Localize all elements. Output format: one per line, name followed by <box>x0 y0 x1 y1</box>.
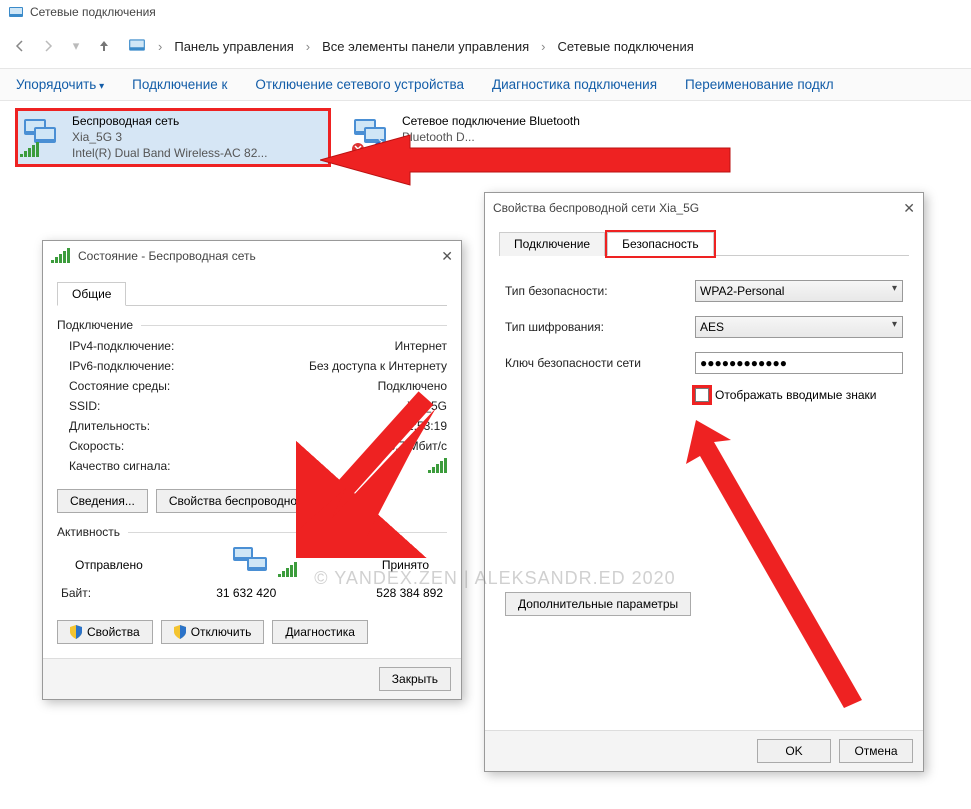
adapter-name: Сетевое подключение Bluetooth <box>402 113 580 129</box>
shield-icon <box>70 625 82 639</box>
wireless-properties-dialog: Свойства беспроводной сети Xia_5G ✕ Подк… <box>484 192 924 772</box>
toolbar-connect-to[interactable]: Подключение к <box>132 77 227 92</box>
control-panel-icon <box>128 36 146 57</box>
media-state-label: Состояние среды: <box>69 379 170 393</box>
nav-recent-dropdown[interactable]: ▾ <box>64 34 88 58</box>
disable-button[interactable]: Отключить <box>161 620 265 644</box>
close-icon[interactable]: ✕ <box>885 200 915 217</box>
duration-value: 01:53:19 <box>400 419 447 433</box>
nav-back-icon[interactable] <box>8 34 32 58</box>
properties-button[interactable]: Свойства <box>57 620 153 644</box>
close-icon[interactable]: ✕ <box>423 248 453 265</box>
adapter-status: Xia_5G 3 <box>72 129 267 145</box>
sent-label: Отправлено <box>75 558 143 572</box>
recv-label: Принято <box>382 558 429 572</box>
speed-value: 86.7 Мбит/с <box>382 439 447 453</box>
toolbar-rename[interactable]: Переименование подкл <box>685 77 834 92</box>
tabs: Подключение Безопасность <box>499 231 909 256</box>
show-characters-row[interactable]: Отображать вводимые знаки <box>695 388 903 402</box>
explorer-title-bar: Сетевые подключения <box>0 0 971 24</box>
duration-label: Длительность: <box>69 419 150 433</box>
encryption-type-select[interactable]: AES <box>695 316 903 338</box>
show-characters-checkbox[interactable] <box>695 388 709 402</box>
chevron-right-icon[interactable]: › <box>306 39 310 54</box>
adapter-name: Беспроводная сеть <box>72 113 267 129</box>
ok-button[interactable]: OK <box>757 739 831 763</box>
breadcrumb-item[interactable]: Все элементы панели управления <box>318 37 533 56</box>
security-type-select[interactable]: WPA2-Personal <box>695 280 903 302</box>
tab-connection[interactable]: Подключение <box>499 232 605 256</box>
signal-quality-icon <box>428 459 447 473</box>
ipv4-label: IPv4-подключение: <box>69 339 174 353</box>
speed-label: Скорость: <box>69 439 124 453</box>
adapter-wifi[interactable]: Беспроводная сеть Xia_5G 3 Intel(R) Dual… <box>18 111 328 164</box>
tabs: Общие <box>57 281 447 306</box>
advanced-settings-button[interactable]: Дополнительные параметры <box>505 592 691 616</box>
signal-icon <box>51 249 70 263</box>
dialog-title: Состояние - Беспроводная сеть <box>78 249 256 263</box>
tab-security[interactable]: Безопасность <box>607 232 714 256</box>
bytes-sent-value: 31 632 420 <box>216 586 276 600</box>
ipv6-value: Без доступа к Интернету <box>309 359 447 373</box>
nav-up-icon[interactable] <box>92 34 116 58</box>
ipv6-label: IPv6-подключение: <box>69 359 174 373</box>
cancel-button[interactable]: Отмена <box>839 739 913 763</box>
security-type-label: Тип безопасности: <box>505 284 685 298</box>
bytes-label: Байт: <box>61 586 91 600</box>
group-activity-label: Активность <box>57 525 120 539</box>
shield-icon <box>174 625 186 639</box>
window-title: Сетевые подключения <box>30 5 156 19</box>
diagnose-button[interactable]: Диагностика <box>272 620 368 644</box>
encryption-type-label: Тип шифрования: <box>505 320 685 334</box>
signal-quality-label: Качество сигнала: <box>69 459 170 476</box>
control-panel-icon <box>8 4 24 20</box>
network-adapter-icon <box>20 113 64 157</box>
toolbar-disable-device[interactable]: Отключение сетевого устройства <box>255 77 464 92</box>
wireless-properties-button[interactable]: Свойства беспроводной сети <box>156 489 345 513</box>
network-key-field[interactable] <box>695 352 903 374</box>
signal-icon <box>20 143 39 157</box>
ssid-label: SSID: <box>69 399 100 413</box>
details-button[interactable]: Сведения... <box>57 489 148 513</box>
network-key-label: Ключ безопасности сети <box>505 356 685 370</box>
media-state-value: Подключено <box>378 379 447 393</box>
group-connection-label: Подключение <box>57 318 133 332</box>
chevron-right-icon[interactable]: › <box>158 39 162 54</box>
tab-general[interactable]: Общие <box>57 282 126 306</box>
chevron-right-icon[interactable]: › <box>541 39 545 54</box>
show-characters-label: Отображать вводимые знаки <box>715 388 876 402</box>
activity-icon <box>227 543 297 586</box>
toolbar-diagnose[interactable]: Диагностика подключения <box>492 77 657 92</box>
adapter-device: Bluetooth D... <box>402 129 580 145</box>
ipv4-value: Интернет <box>395 339 447 353</box>
ssid-value: Xia_5G <box>407 399 447 413</box>
toolbar-organize[interactable]: Упорядочить <box>16 77 104 92</box>
breadcrumb-item[interactable]: Сетевые подключения <box>554 37 698 56</box>
breadcrumb: ▾ › Панель управления › Все элементы пан… <box>0 24 971 68</box>
dialog-title: Свойства беспроводной сети Xia_5G <box>493 201 699 215</box>
bytes-recv-value: 528 384 892 <box>376 586 443 600</box>
nav-forward-icon[interactable] <box>36 34 60 58</box>
explorer-toolbar: Упорядочить Подключение к Отключение сет… <box>0 68 971 101</box>
adapter-device: Intel(R) Dual Band Wireless-AC 82... <box>72 145 267 161</box>
close-button[interactable]: Закрыть <box>379 667 451 691</box>
network-adapter-icon <box>350 113 394 157</box>
adapter-list: Беспроводная сеть Xia_5G 3 Intel(R) Dual… <box>0 101 971 174</box>
breadcrumb-item[interactable]: Панель управления <box>170 37 297 56</box>
adapter-bluetooth[interactable]: Сетевое подключение Bluetooth Bluetooth … <box>348 111 658 164</box>
wifi-status-dialog: Состояние - Беспроводная сеть ✕ Общие По… <box>42 240 462 700</box>
